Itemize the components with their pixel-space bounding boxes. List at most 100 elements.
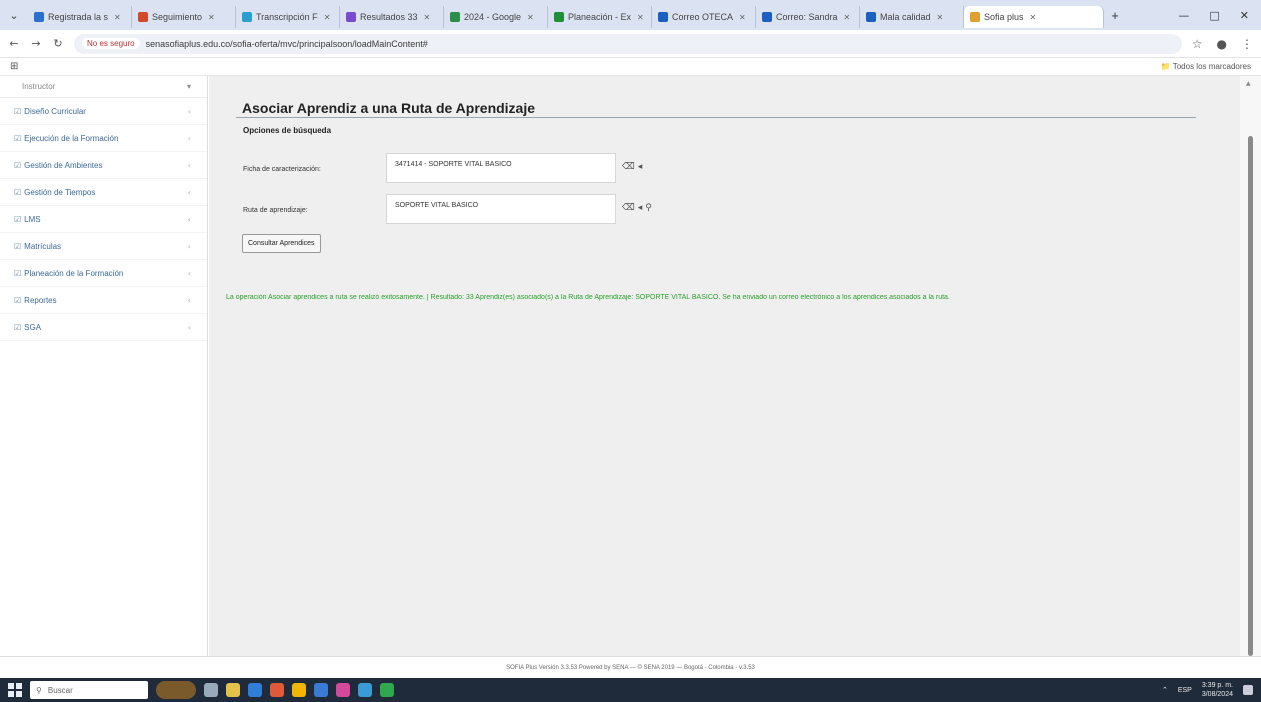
browser-tab[interactable]: Registrada la s ✕ <box>28 6 132 28</box>
new-tab-button[interactable]: + <box>1104 8 1126 23</box>
back-arrow-icon[interactable]: ← <box>8 37 20 50</box>
role-selector[interactable]: Instructor ▾ <box>0 76 207 98</box>
chevron-left-icon: ‹ <box>187 133 191 143</box>
tab-close-icon[interactable]: ✕ <box>424 13 431 22</box>
sidebar-item[interactable]: ☑ Reportes ‹ <box>0 287 207 314</box>
browser-tab[interactable]: Seguimiento ✕ <box>132 6 236 28</box>
profile-avatar[interactable]: ● <box>1217 37 1227 51</box>
url-input[interactable]: No es seguro senasofiaplus.edu.co/sofia-… <box>74 33 1182 54</box>
sidebar-item-link: ☑ Gestión de Tiempos <box>14 188 95 197</box>
sidebar-item-label: Reportes <box>24 295 57 305</box>
sidebar-item-label: Diseño Curricular <box>24 106 86 116</box>
tab-close-icon[interactable]: ✕ <box>1030 13 1037 22</box>
tab-favicon-icon <box>554 12 564 22</box>
sidebar-item[interactable]: ☑ LMS ‹ <box>0 206 207 233</box>
search-options-heading: Opciones de búsqueda <box>243 126 332 135</box>
chevron-left-icon: ‹ <box>187 322 191 332</box>
language-indicator[interactable]: ESP <box>1178 687 1192 694</box>
outlook-icon[interactable] <box>358 683 372 697</box>
sidebar-item[interactable]: ☑ Ejecución de la Formación ‹ <box>0 125 207 152</box>
tab-favicon-icon <box>346 12 356 22</box>
select-arrow-icon[interactable]: ◂ <box>638 162 643 172</box>
clock-date: 3/08/2024 <box>1201 691 1233 698</box>
bookmarks-bar: ⊞ 📁 Todos los marcadores <box>0 58 1261 76</box>
tab-close-icon[interactable]: ✕ <box>527 13 534 22</box>
maximize-button[interactable]: □ <box>1209 9 1219 22</box>
tab-close-icon[interactable]: ✕ <box>739 13 746 22</box>
tab-favicon-icon <box>866 12 876 22</box>
not-secure-badge[interactable]: No es seguro <box>82 38 140 49</box>
taskbar-search[interactable]: ⚲ Buscar <box>30 681 148 699</box>
browser-tab[interactable]: Sofia plus ✕ <box>964 6 1104 28</box>
chrome-icon[interactable] <box>292 683 306 697</box>
sidebar-item-link: ☑ Diseño Curricular <box>14 107 86 116</box>
chevron-left-icon: ‹ <box>187 106 191 116</box>
forward-arrow-icon[interactable]: → <box>30 37 42 50</box>
sidebar-item-link: ☑ Matrículas <box>14 242 61 251</box>
tab-close-icon[interactable]: ✕ <box>114 13 121 22</box>
page-footer: SOFIA Plus Versión 3.3.53 Powered by SEN… <box>0 656 1261 678</box>
select-arrow-icon[interactable]: ◂ <box>638 203 643 213</box>
tab-close-icon[interactable]: ✕ <box>937 13 944 22</box>
sidebar-item[interactable]: ☑ SGA ‹ <box>0 314 207 341</box>
page-scrollbar[interactable]: ▲ <box>1240 76 1261 656</box>
browser-menu-icon[interactable]: ⋮ <box>1241 37 1253 51</box>
search-icon[interactable]: ⚲ <box>645 203 652 213</box>
sidebar-item[interactable]: ☑ Planeación de la Formación ‹ <box>0 260 207 287</box>
all-bookmarks-link[interactable]: 📁 Todos los marcadores <box>1161 62 1251 71</box>
sidebar-item[interactable]: ☑ Matrículas ‹ <box>0 233 207 260</box>
mail-icon[interactable] <box>314 683 328 697</box>
browser-tab[interactable]: Correo: Sandra ✕ <box>756 6 860 28</box>
tab-title: Correo OTECA <box>672 12 734 22</box>
main-content: Asociar Aprendiz a una Ruta de Aprendiza… <box>209 76 1240 656</box>
chevron-left-icon: ‹ <box>187 241 191 251</box>
app-icon[interactable] <box>270 683 284 697</box>
reload-icon[interactable]: ↻ <box>52 37 64 50</box>
chevron-left-icon: ‹ <box>187 214 191 224</box>
tab-close-icon[interactable]: ✕ <box>208 13 215 22</box>
browser-tab[interactable]: Resultados 33 ✕ <box>340 6 444 28</box>
excel-icon[interactable] <box>380 683 394 697</box>
tab-favicon-icon <box>762 12 772 22</box>
tray-chevron-icon[interactable]: ⌃ <box>1162 686 1168 694</box>
tab-close-icon[interactable]: ✕ <box>844 13 851 22</box>
sidebar-item-label: Ejecución de la Formación <box>24 133 119 143</box>
app-icon[interactable] <box>336 683 350 697</box>
news-widget-icon[interactable] <box>156 681 196 699</box>
sidebar-item[interactable]: ☑ Diseño Curricular ‹ <box>0 98 207 125</box>
browser-tab[interactable]: Transcripción F ✕ <box>236 6 340 28</box>
notification-icon[interactable] <box>1243 685 1253 695</box>
browser-tab[interactable]: 2024 - Google ✕ <box>444 6 548 28</box>
minimize-button[interactable]: — <box>1178 9 1189 22</box>
consultar-aprendices-button[interactable]: Consultar Aprendices <box>242 234 321 253</box>
tab-favicon-icon <box>970 12 980 22</box>
apps-grid-icon[interactable]: ⊞ <box>10 61 18 72</box>
sidebar-item[interactable]: ☑ Gestión de Tiempos ‹ <box>0 179 207 206</box>
clock[interactable]: 3:39 p. m. 3/08/2024 <box>1202 681 1233 699</box>
scroll-up-arrow-icon[interactable]: ▲ <box>1246 80 1251 87</box>
sidebar-item[interactable]: ☑ Gestión de Ambientes ‹ <box>0 152 207 179</box>
ficha-field[interactable]: 3471414 - SOPORTE VITAL BASICO <box>386 153 616 183</box>
clear-icon[interactable]: ⌫ <box>622 203 635 213</box>
browser-tab[interactable]: Planeación - Ex ✕ <box>548 6 652 28</box>
tab-title: Registrada la s <box>48 12 109 22</box>
scrollbar-thumb[interactable] <box>1248 136 1253 656</box>
close-window-button[interactable]: ✕ <box>1240 9 1249 22</box>
file-explorer-icon[interactable] <box>226 683 240 697</box>
browser-tab[interactable]: Correo OTECA ✕ <box>652 6 756 28</box>
browser-tab[interactable]: Mala calidad ✕ <box>860 6 964 28</box>
tab-search-chevron-icon[interactable]: ⌄ <box>0 9 28 22</box>
tab-close-icon[interactable]: ✕ <box>637 13 644 22</box>
sidebar-item-link: ☑ Gestión de Ambientes <box>14 161 102 170</box>
bookmark-star-icon[interactable]: ☆ <box>1192 37 1203 51</box>
ruta-field[interactable]: SOPORTE VITAL BASICO <box>386 194 616 224</box>
tab-close-icon[interactable]: ✕ <box>324 13 331 22</box>
address-bar: ← → ↻ No es seguro senasofiaplus.edu.co/… <box>0 30 1261 58</box>
clear-icon[interactable]: ⌫ <box>622 162 635 172</box>
ruta-actions: ⌫ ◂ ⚲ <box>622 203 652 213</box>
windows-start-icon[interactable] <box>8 683 22 697</box>
edit-icon: ☑ <box>14 241 22 251</box>
edge-icon[interactable] <box>248 683 262 697</box>
task-view-icon[interactable] <box>204 683 218 697</box>
sidebar-item-link: ☑ Reportes <box>14 296 57 305</box>
